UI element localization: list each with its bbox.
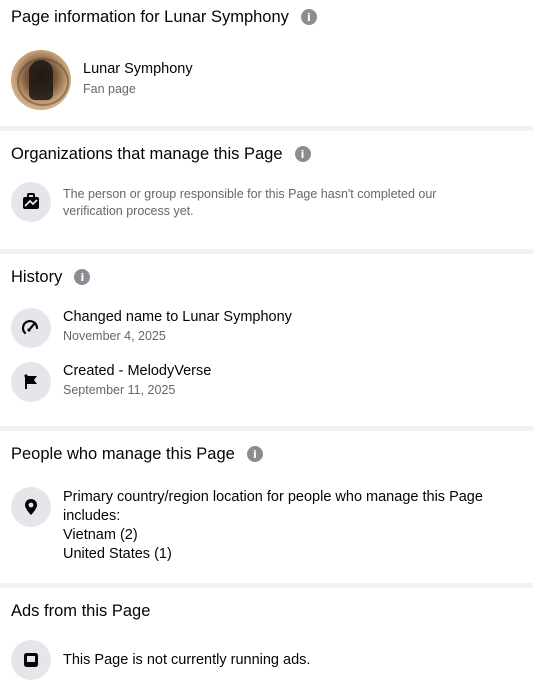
section-divider: [0, 426, 533, 431]
organizations-title: Organizations that manage this Page: [11, 144, 283, 163]
history-item: Created - MelodyVerse September 11, 2025: [0, 362, 533, 402]
ads-section: Ads from this Page This Page is not curr…: [0, 594, 533, 694]
page-name[interactable]: Lunar Symphony: [83, 60, 193, 79]
people-header: People who manage this Page i: [0, 437, 533, 471]
page-avatar[interactable]: [11, 50, 71, 110]
briefcase-icon: [11, 182, 51, 222]
section-divider: [0, 249, 533, 254]
info-icon[interactable]: i: [300, 9, 317, 25]
history-item-label: Created - MelodyVerse: [63, 363, 212, 379]
people-section: People who manage this Page i Primary co…: [0, 437, 533, 583]
history-item-date: September 11, 2025: [63, 383, 176, 397]
info-icon[interactable]: i: [74, 269, 91, 285]
location-pin-icon: [11, 487, 51, 527]
history-section: History i Changed name to Lunar Symphony…: [0, 260, 533, 426]
organizations-header: Organizations that manage this Page i: [0, 137, 533, 171]
country-item: United States (1): [63, 546, 172, 562]
organizations-message: The person or group responsible for this…: [63, 187, 437, 218]
history-item-label: Changed name to Lunar Symphony: [63, 309, 292, 325]
section-divider: [0, 583, 533, 588]
history-header: History i: [0, 260, 533, 294]
people-location-label: Primary country/region location for peop…: [63, 489, 483, 524]
flag-icon: [11, 362, 51, 402]
history-item: Changed name to Lunar Symphony November …: [0, 308, 533, 348]
history-item-date: November 4, 2025: [63, 329, 166, 343]
history-title: History: [11, 267, 63, 286]
organizations-section: Organizations that manage this Page i Th…: [0, 137, 533, 249]
page-info-title: Page information for Lunar Symphony: [11, 7, 289, 26]
page-category: Fan page: [83, 82, 136, 96]
info-icon[interactable]: i: [246, 446, 263, 462]
ads-message: This Page is not currently running ads.: [63, 651, 311, 668]
ads-header: Ads from this Page: [0, 594, 533, 628]
page-info-header: Page information for Lunar Symphony i: [0, 0, 533, 34]
page-info-section: Page information for Lunar Symphony i Lu…: [0, 0, 533, 126]
ads-title: Ads from this Page: [11, 601, 151, 620]
people-title: People who manage this Page: [11, 444, 235, 463]
country-item: Vietnam (2): [63, 527, 138, 543]
section-divider: [0, 126, 533, 131]
ads-icon: [11, 640, 51, 680]
name-change-icon: [11, 308, 51, 348]
info-icon[interactable]: i: [294, 146, 311, 162]
